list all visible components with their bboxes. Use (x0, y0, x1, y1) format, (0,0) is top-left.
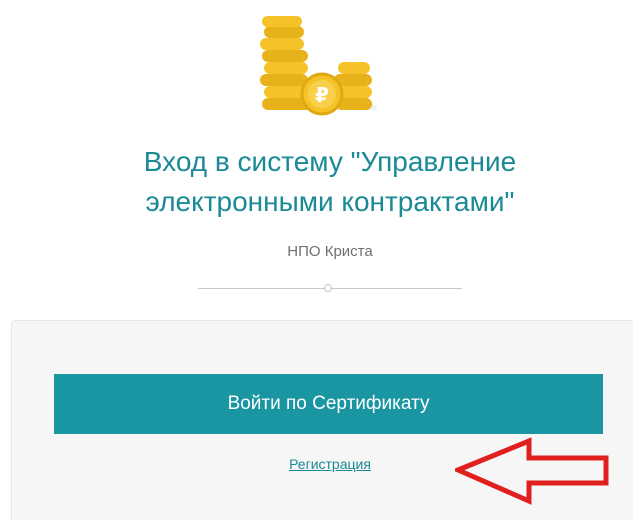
page-title-line1: Вход в систему "Управление (143, 146, 517, 177)
page-title: Вход в систему "Управление электронными … (0, 142, 633, 222)
divider-dot-icon (324, 284, 332, 292)
login-page: ₽ Вход в систему "Управление электронным… (0, 0, 633, 520)
coins-ruble-icon: ₽ (260, 16, 378, 116)
certificate-login-button[interactable]: Войти по Сертификату (54, 374, 603, 434)
decorative-divider (198, 283, 462, 295)
page-title-line2: электронными контрактами" (145, 186, 515, 217)
organization-name: НПО Криста (287, 243, 373, 260)
red-arrow-left-icon (455, 437, 609, 505)
svg-text:₽: ₽ (315, 83, 329, 107)
